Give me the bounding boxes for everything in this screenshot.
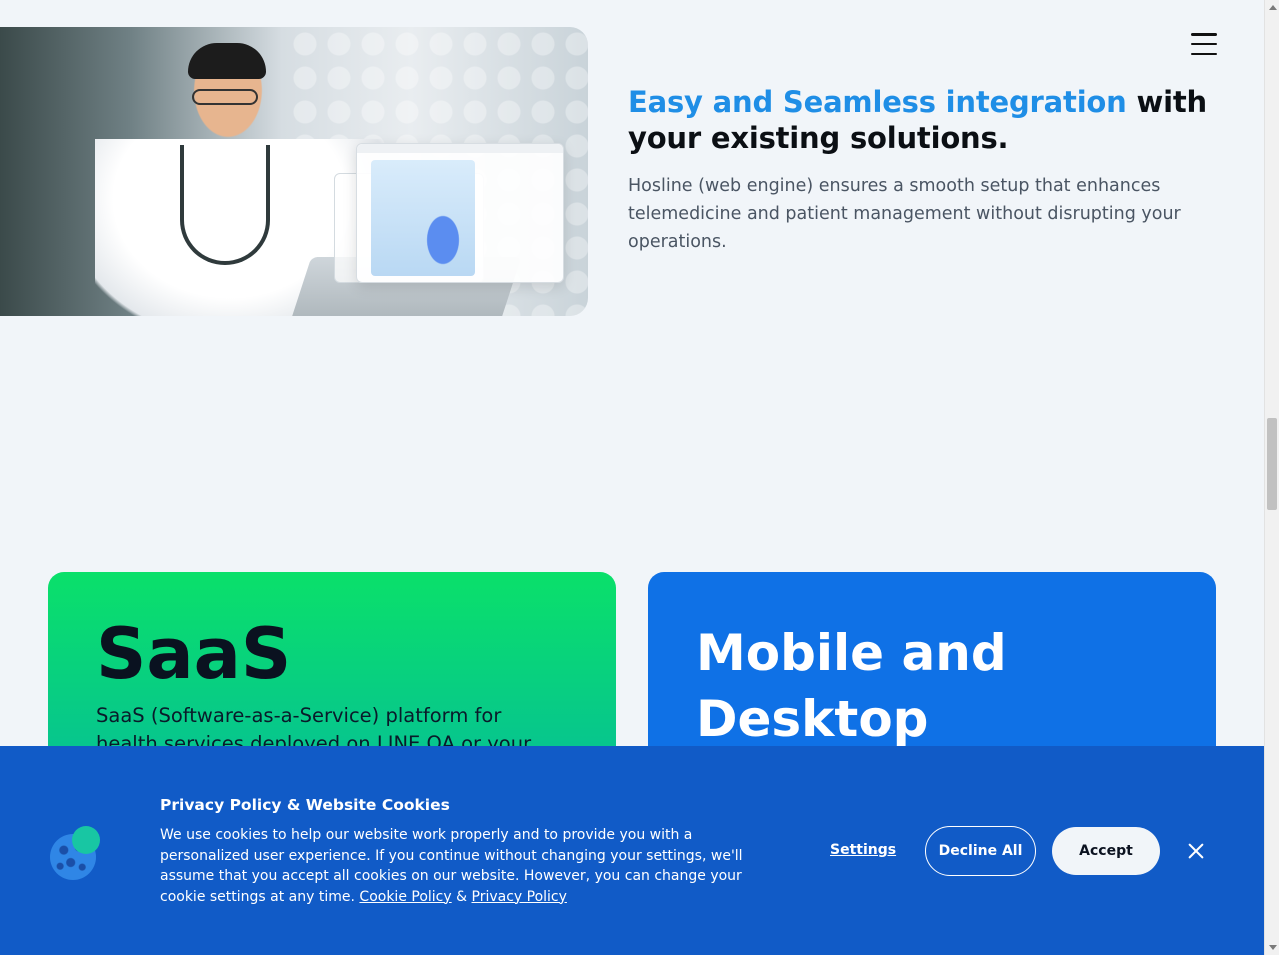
saas-card-title: SaaS	[96, 613, 292, 695]
accept-button[interactable]: Accept	[1052, 827, 1160, 875]
menu-line	[1191, 33, 1217, 36]
cookie-banner: Privacy Policy & Website Cookies We use …	[0, 746, 1264, 955]
privacy-policy-link[interactable]: Privacy Policy	[472, 889, 567, 905]
decline-all-button[interactable]: Decline All	[925, 826, 1036, 876]
cookie-icon	[50, 826, 102, 880]
scrollbar-thumb[interactable]	[1267, 418, 1277, 510]
hamburger-menu-icon[interactable]	[1186, 30, 1222, 58]
floating-screen-main	[356, 143, 564, 283]
doctor-hair	[188, 43, 266, 79]
close-icon[interactable]	[1184, 839, 1208, 863]
cookie-bite	[72, 826, 100, 854]
scrollbar[interactable]	[1264, 0, 1279, 955]
screen-titlebar	[357, 144, 563, 153]
scroll-down-arrow-icon[interactable]	[1269, 945, 1277, 950]
hero-image	[0, 27, 588, 316]
scroll-up-arrow-icon[interactable]	[1269, 5, 1277, 10]
section-heading: Easy and Seamless integration with your …	[628, 84, 1228, 156]
menu-line	[1191, 52, 1217, 55]
stethoscope	[180, 145, 270, 265]
doctor-glasses	[192, 89, 258, 105]
mobile-card-title: Mobile and Desktop	[696, 624, 1007, 748]
section-description: Hosline (web engine) ensures a smooth se…	[628, 176, 1181, 252]
cookie-text-body: We use cookies to help our website work …	[160, 827, 743, 905]
cookie-policy-link[interactable]: Cookie Policy	[359, 889, 451, 905]
page: Easy and Seamless integration with your …	[0, 0, 1264, 955]
menu-line	[1191, 42, 1217, 46]
cookie-banner-text: We use cookies to help our website work …	[160, 825, 760, 907]
screen-illustration	[423, 210, 463, 270]
heading-accent: Easy and Seamless integration	[628, 85, 1127, 119]
cookie-banner-title: Privacy Policy & Website Cookies	[160, 796, 450, 814]
link-separator: &	[456, 888, 468, 905]
settings-button[interactable]: Settings	[830, 842, 896, 858]
